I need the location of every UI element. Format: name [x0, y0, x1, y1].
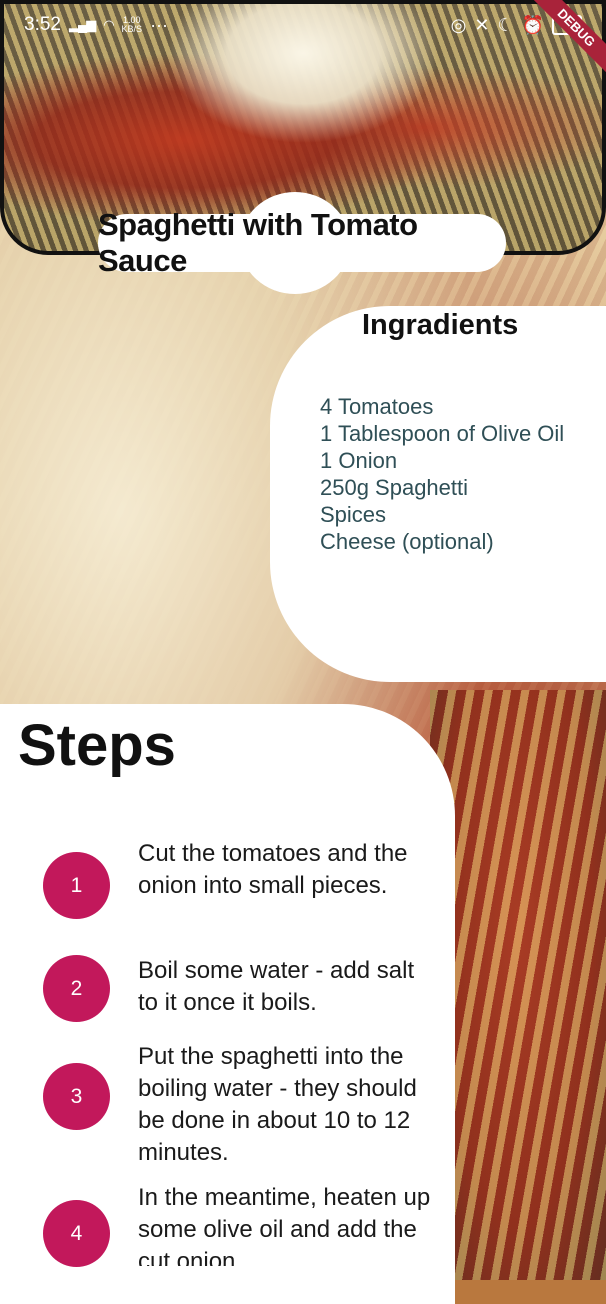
wifi-icon: ◠ — [103, 17, 114, 32]
ingredient-item: 250g Spaghetti — [320, 475, 469, 500]
alarm-icon: ⏰ — [521, 14, 544, 35]
ingredient-item: 1 Tablespoon of Olive Oil — [320, 421, 565, 446]
moon-icon: ☾ — [497, 14, 514, 35]
mute-icon: ✕ — [474, 14, 490, 35]
ingredients-heading: Ingradients — [362, 309, 519, 341]
ingredient-item: 4 Tomatoes — [320, 394, 434, 419]
step-number-badge: 3 — [43, 1063, 110, 1130]
status-left: 3:52 ▂▄▆ ◠ 1.00 KB/S ··· — [24, 14, 168, 36]
ingredients-list: 4 Tomatoes 1 Tablespoon of Olive Oil 1 O… — [320, 393, 564, 555]
signal-icon: ▂▄▆ — [68, 17, 96, 32]
recipe-title: Spaghetti with Tomato Sauce — [98, 207, 506, 278]
ingredient-item: Spices — [320, 502, 387, 527]
step-text: Boil some water - add salt to it once it… — [138, 957, 415, 1016]
status-time: 3:52 — [24, 14, 61, 35]
ingredient-item: 1 Onion — [320, 448, 398, 473]
status-bar: 3:52 ▂▄▆ ◠ 1.00 KB/S ··· ◎ ✕ ☾ ⏰ 50 — [0, 0, 606, 50]
step-text: Put the spaghetti into the boiling water… — [138, 1043, 417, 1166]
step-number-badge: 1 — [43, 852, 110, 919]
step-number-badge: 2 — [43, 955, 110, 1022]
network-speed-unit: KB/S — [121, 24, 143, 34]
step-number-badge: 4 — [43, 1200, 110, 1267]
step-text: In the meantime, heaten up some olive oi… — [138, 1184, 431, 1266]
network-speed: 1.00 KB/S — [122, 16, 143, 34]
steps-heading: Steps — [18, 713, 176, 778]
step-text: Cut the tomatoes and the onion into smal… — [138, 840, 408, 899]
ingredient-item: Cheese (optional) — [320, 529, 494, 554]
more-icon: ··· — [150, 14, 169, 35]
background-food-image-lower — [430, 690, 606, 1280]
record-icon: ◎ — [450, 14, 467, 35]
